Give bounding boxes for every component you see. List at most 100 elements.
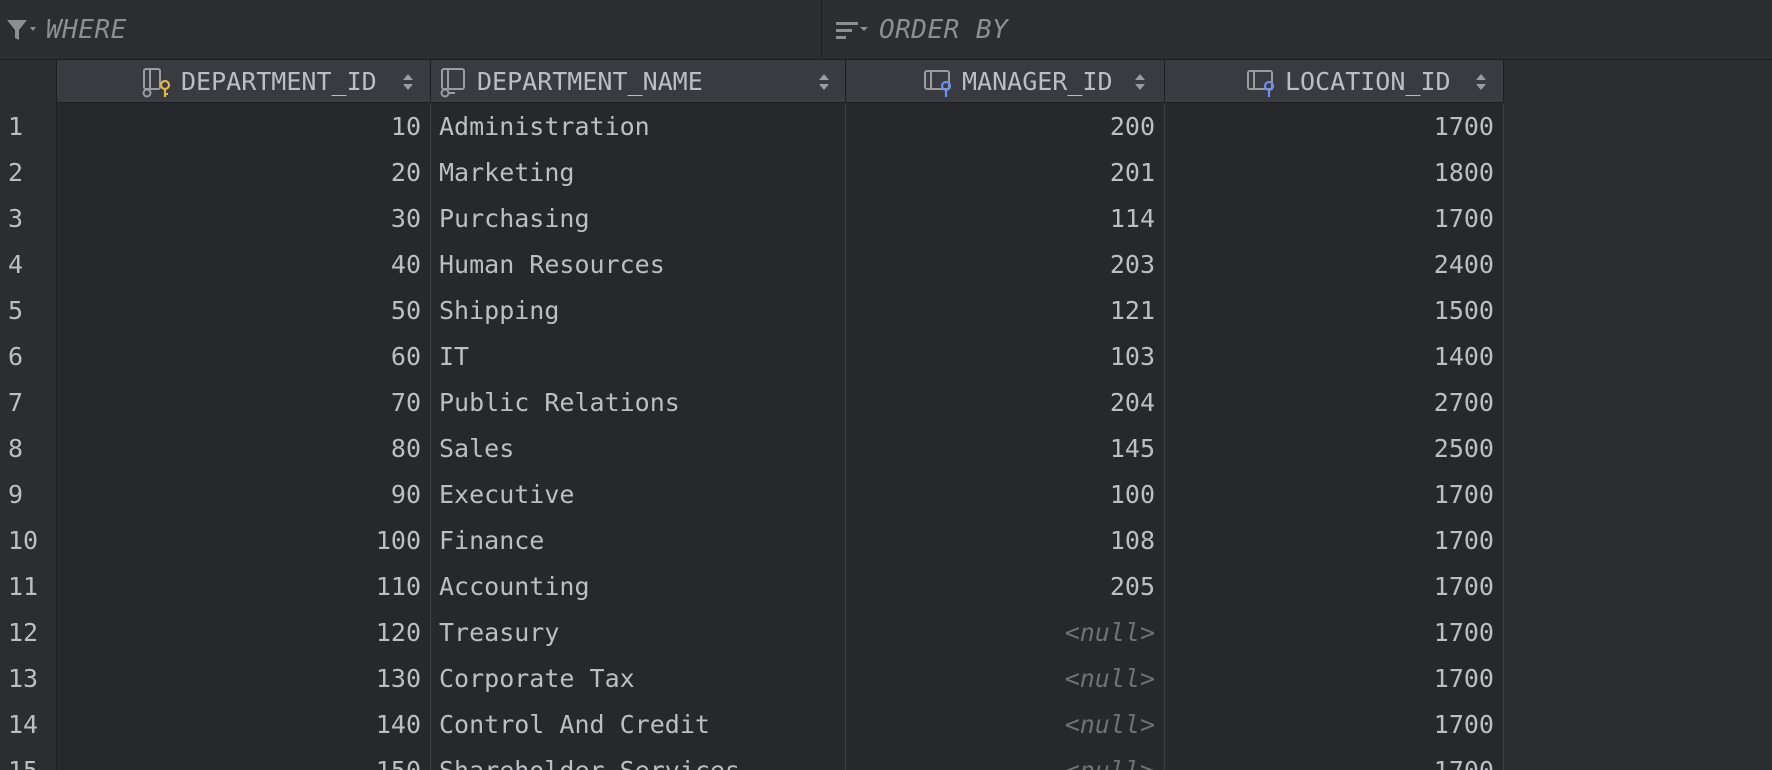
table-row[interactable]: 1 10 Administration 200 1700 [0, 103, 1504, 149]
row-number[interactable]: 1 [0, 103, 57, 149]
sort-arrows-icon[interactable] [401, 70, 415, 99]
cell-manager-id[interactable]: <null> [846, 609, 1165, 655]
cell-department-id[interactable]: 20 [57, 149, 431, 195]
cell-department-id[interactable]: 10 [57, 103, 431, 149]
cell-department-id[interactable]: 40 [57, 241, 431, 287]
cell-department-name[interactable]: Shareholder Services [431, 747, 846, 770]
cell-manager-id[interactable]: 108 [846, 517, 1165, 563]
row-number[interactable]: 13 [0, 655, 57, 701]
row-number[interactable]: 3 [0, 195, 57, 241]
row-number[interactable]: 4 [0, 241, 57, 287]
cell-location-id[interactable]: 1500 [1165, 287, 1504, 333]
cell-manager-id[interactable]: 145 [846, 425, 1165, 471]
column-header-location-id[interactable]: LOCATION_ID [1165, 60, 1504, 103]
table-row[interactable]: 8 80 Sales 145 2500 [0, 425, 1504, 471]
cell-department-name[interactable]: Treasury [431, 609, 846, 655]
cell-manager-id[interactable]: 201 [846, 149, 1165, 195]
row-number[interactable]: 15 [0, 747, 57, 770]
table-row[interactable]: 5 50 Shipping 121 1500 [0, 287, 1504, 333]
order-by-filter[interactable]: ORDER BY [823, 0, 1772, 60]
row-number[interactable]: 2 [0, 149, 57, 195]
row-number[interactable]: 6 [0, 333, 57, 379]
cell-manager-id[interactable]: 121 [846, 287, 1165, 333]
row-number[interactable]: 12 [0, 609, 57, 655]
sort-arrows-icon[interactable] [1133, 70, 1147, 99]
cell-location-id[interactable]: 1700 [1165, 103, 1504, 149]
cell-department-id[interactable]: 100 [57, 517, 431, 563]
cell-manager-id[interactable]: 204 [846, 379, 1165, 425]
cell-manager-id[interactable]: 100 [846, 471, 1165, 517]
cell-department-id[interactable]: 70 [57, 379, 431, 425]
cell-department-name[interactable]: IT [431, 333, 846, 379]
cell-location-id[interactable]: 1700 [1165, 609, 1504, 655]
table-row[interactable]: 10 100 Finance 108 1700 [0, 517, 1504, 563]
cell-department-id[interactable]: 150 [57, 747, 431, 770]
row-number[interactable]: 9 [0, 471, 57, 517]
table-row[interactable]: 7 70 Public Relations 204 2700 [0, 379, 1504, 425]
table-row[interactable]: 15 150 Shareholder Services <null> 1700 [0, 747, 1504, 770]
cell-manager-id[interactable]: <null> [846, 701, 1165, 747]
column-header-manager-id[interactable]: MANAGER_ID [846, 60, 1165, 103]
cell-location-id[interactable]: 1800 [1165, 149, 1504, 195]
cell-manager-id[interactable]: <null> [846, 747, 1165, 770]
table-row[interactable]: 4 40 Human Resources 203 2400 [0, 241, 1504, 287]
column-header-department-id[interactable]: DEPARTMENT_ID [57, 60, 431, 103]
row-number[interactable]: 14 [0, 701, 57, 747]
cell-department-name[interactable]: Purchasing [431, 195, 846, 241]
cell-department-name[interactable]: Administration [431, 103, 846, 149]
row-number[interactable]: 10 [0, 517, 57, 563]
cell-location-id[interactable]: 1700 [1165, 747, 1504, 770]
cell-location-id[interactable]: 1700 [1165, 471, 1504, 517]
cell-department-name[interactable]: Finance [431, 517, 846, 563]
cell-department-name[interactable]: Accounting [431, 563, 846, 609]
cell-location-id[interactable]: 1700 [1165, 563, 1504, 609]
cell-location-id[interactable]: 2700 [1165, 379, 1504, 425]
cell-location-id[interactable]: 2500 [1165, 425, 1504, 471]
row-number[interactable]: 11 [0, 563, 57, 609]
cell-manager-id[interactable]: 205 [846, 563, 1165, 609]
cell-manager-id[interactable]: <null> [846, 655, 1165, 701]
cell-department-name[interactable]: Corporate Tax [431, 655, 846, 701]
table-row[interactable]: 9 90 Executive 100 1700 [0, 471, 1504, 517]
cell-department-id[interactable]: 120 [57, 609, 431, 655]
cell-location-id[interactable]: 1700 [1165, 195, 1504, 241]
order-by-lines-icon[interactable] [835, 16, 869, 44]
cell-department-name[interactable]: Executive [431, 471, 846, 517]
cell-manager-id[interactable]: 200 [846, 103, 1165, 149]
where-filter[interactable]: WHERE [0, 0, 822, 60]
cell-department-name[interactable]: Human Resources [431, 241, 846, 287]
cell-department-id[interactable]: 60 [57, 333, 431, 379]
row-number[interactable]: 7 [0, 379, 57, 425]
cell-department-name[interactable]: Sales [431, 425, 846, 471]
cell-department-name[interactable]: Control And Credit [431, 701, 846, 747]
cell-department-id[interactable]: 130 [57, 655, 431, 701]
table-row[interactable]: 11 110 Accounting 205 1700 [0, 563, 1504, 609]
sort-arrows-icon[interactable] [817, 70, 831, 99]
table-row[interactable]: 12 120 Treasury <null> 1700 [0, 609, 1504, 655]
cell-manager-id[interactable]: 103 [846, 333, 1165, 379]
cell-location-id[interactable]: 1400 [1165, 333, 1504, 379]
cell-location-id[interactable]: 1700 [1165, 655, 1504, 701]
filter-funnel-icon[interactable] [6, 16, 36, 44]
table-row[interactable]: 3 30 Purchasing 114 1700 [0, 195, 1504, 241]
cell-department-id[interactable]: 140 [57, 701, 431, 747]
cell-department-id[interactable]: 50 [57, 287, 431, 333]
table-row[interactable]: 13 130 Corporate Tax <null> 1700 [0, 655, 1504, 701]
row-number[interactable]: 5 [0, 287, 57, 333]
column-header-department-name[interactable]: DEPARTMENT_NAME [431, 60, 846, 103]
cell-location-id[interactable]: 2400 [1165, 241, 1504, 287]
cell-location-id[interactable]: 1700 [1165, 517, 1504, 563]
cell-department-id[interactable]: 80 [57, 425, 431, 471]
table-row[interactable]: 6 60 IT 103 1400 [0, 333, 1504, 379]
table-row[interactable]: 14 140 Control And Credit <null> 1700 [0, 701, 1504, 747]
grid-corner[interactable] [0, 60, 57, 103]
cell-department-name[interactable]: Shipping [431, 287, 846, 333]
cell-manager-id[interactable]: 114 [846, 195, 1165, 241]
cell-department-name[interactable]: Public Relations [431, 379, 846, 425]
cell-department-id[interactable]: 30 [57, 195, 431, 241]
cell-department-id[interactable]: 110 [57, 563, 431, 609]
cell-location-id[interactable]: 1700 [1165, 701, 1504, 747]
table-row[interactable]: 2 20 Marketing 201 1800 [0, 149, 1504, 195]
sort-arrows-icon[interactable] [1474, 70, 1488, 99]
cell-department-name[interactable]: Marketing [431, 149, 846, 195]
